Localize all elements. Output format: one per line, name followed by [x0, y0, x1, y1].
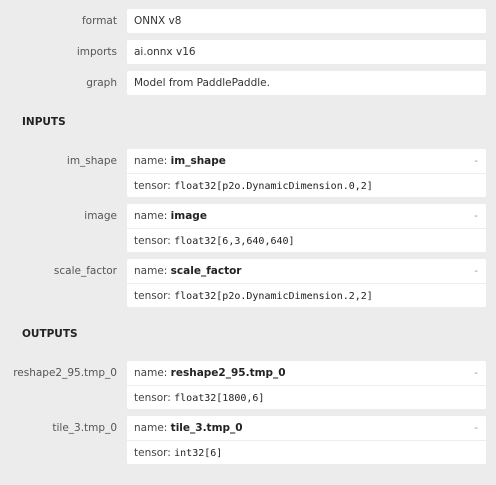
inputs-argument: name: image - tensor: float32[6,3,640,640…: [127, 204, 486, 252]
argument-tensor-row: tensor: float32[1800,6]: [127, 385, 486, 409]
graph-label: graph: [86, 77, 117, 89]
inputs-label: scale_factor: [53, 265, 117, 277]
collapse-toggle[interactable]: -: [474, 204, 478, 228]
format-label: format: [81, 15, 117, 27]
argument-tensor-row: tensor: float32[p2o.DynamicDimension.0,2…: [127, 173, 486, 197]
argument-name-row[interactable]: name: scale_factor -: [127, 259, 486, 283]
tensor-key: tensor:: [134, 392, 171, 404]
tensor-key: tensor:: [134, 180, 171, 192]
inputs-label: im_shape: [66, 155, 117, 167]
imports-label: imports: [76, 46, 117, 58]
inputs-argument: name: im_shape - tensor: float32[p2o.Dyna…: [127, 149, 486, 197]
tensor-type: float32[p2o.DynamicDimension.0,2]: [174, 181, 373, 192]
tensor-type: int32[6]: [174, 448, 223, 459]
outputs-label: tile_3.tmp_0: [52, 422, 117, 434]
tensor-key: tensor:: [134, 290, 171, 302]
argument-name: reshape2_95.tmp_0: [170, 367, 286, 379]
inputs-label: image: [84, 210, 117, 222]
tensor-type: float32[p2o.DynamicDimension.2,2]: [174, 291, 373, 302]
graph-value: Model from PaddlePaddle.: [127, 71, 486, 95]
argument-name-row[interactable]: name: image -: [127, 204, 486, 228]
tensor-type: float32[1800,6]: [174, 393, 265, 404]
name-key: name:: [134, 422, 168, 434]
collapse-toggle[interactable]: -: [474, 361, 478, 385]
inputs-argument: name: scale_factor - tensor: float32[p2o.…: [127, 259, 486, 307]
argument-name-row[interactable]: name: reshape2_95.tmp_0 -: [127, 361, 486, 385]
argument-name: scale_factor: [170, 265, 242, 277]
inputs-header: INPUTS: [22, 116, 66, 128]
outputs-label: reshape2_95.tmp_0: [13, 367, 117, 379]
argument-name-row[interactable]: name: tile_3.tmp_0 -: [127, 416, 486, 440]
collapse-toggle[interactable]: -: [474, 416, 478, 440]
format-value: ONNX v8: [127, 9, 486, 33]
outputs-argument: name: tile_3.tmp_0 - tensor: int32[6]: [127, 416, 486, 464]
tensor-key: tensor:: [134, 447, 171, 459]
name-key: name:: [134, 155, 168, 167]
collapse-toggle[interactable]: -: [474, 259, 478, 283]
name-key: name:: [134, 210, 168, 222]
name-key: name:: [134, 367, 168, 379]
name-key: name:: [134, 265, 168, 277]
outputs-argument: name: reshape2_95.tmp_0 - tensor: float32…: [127, 361, 486, 409]
tensor-key: tensor:: [134, 235, 171, 247]
argument-name: im_shape: [170, 155, 226, 167]
argument-name: image: [170, 210, 207, 222]
collapse-toggle[interactable]: -: [474, 149, 478, 173]
argument-tensor-row: tensor: float32[6,3,640,640]: [127, 228, 486, 252]
argument-name: tile_3.tmp_0: [170, 422, 243, 434]
argument-tensor-row: tensor: float32[p2o.DynamicDimension.2,2…: [127, 283, 486, 307]
argument-name-row[interactable]: name: im_shape -: [127, 149, 486, 173]
imports-value: ai.onnx v16: [127, 40, 486, 64]
tensor-type: float32[6,3,640,640]: [174, 236, 295, 247]
outputs-header: OUTPUTS: [22, 328, 78, 340]
argument-tensor-row: tensor: int32[6]: [127, 440, 486, 464]
